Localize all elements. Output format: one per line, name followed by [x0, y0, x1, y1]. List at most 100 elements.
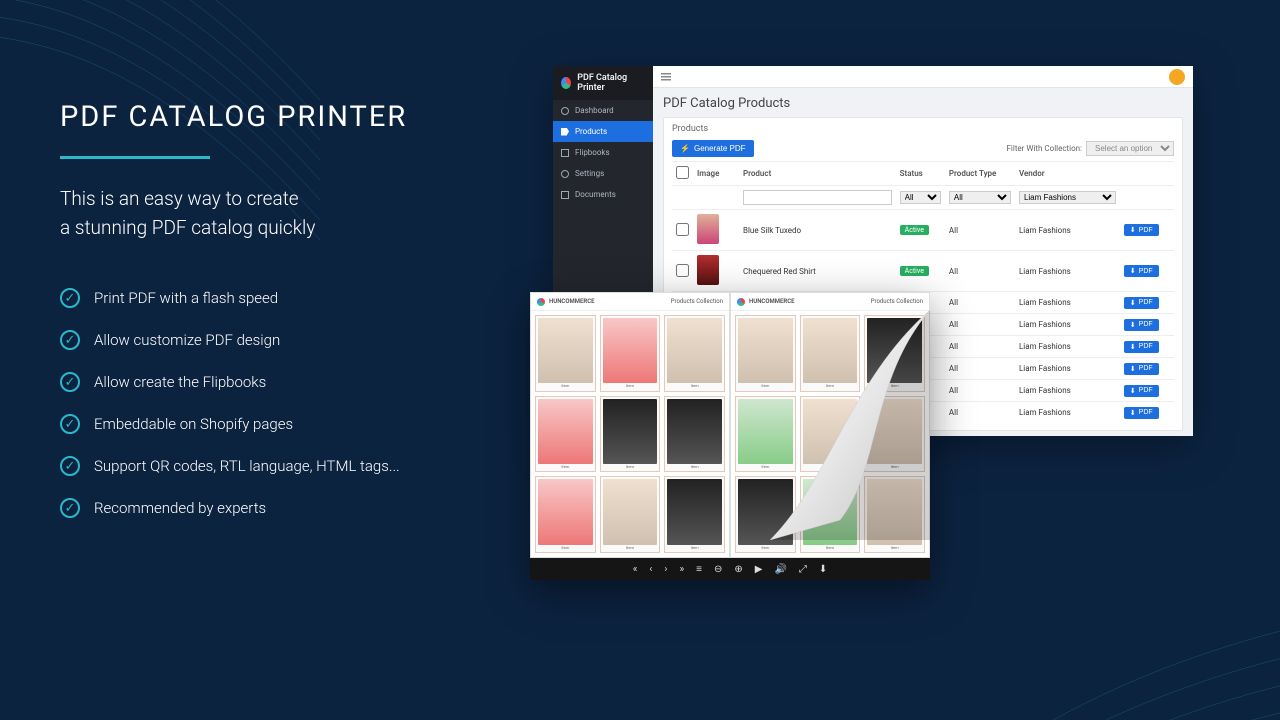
sidebar-item-settings[interactable]: Settings: [553, 163, 653, 184]
gear-icon: [561, 170, 569, 178]
catalog-tile: Item: [600, 315, 661, 392]
vendor-filter[interactable]: Liam Fashions: [1019, 191, 1116, 204]
list-item: Recommended by experts: [60, 498, 520, 518]
catalog-tile: Item: [664, 476, 725, 553]
sound-icon[interactable]: 🔊: [774, 564, 786, 575]
title-underline: [60, 156, 210, 159]
catalog-tile: Item: [600, 396, 661, 473]
list-item: Embeddable on Shopify pages: [60, 414, 520, 434]
flipbook-left-page: HUNCOMMERCE Products Collection Item Ite…: [530, 292, 730, 558]
product-search-input[interactable]: [743, 190, 892, 205]
subtitle: This is an easy way to create a stunning…: [60, 185, 520, 242]
product-name: Chequered Red Shirt: [739, 251, 896, 292]
sidebar-item-flipbooks[interactable]: Flipbooks: [553, 142, 653, 163]
menu-icon[interactable]: [661, 73, 671, 81]
row-checkbox[interactable]: [676, 223, 689, 236]
zoom-in-icon[interactable]: ⊕: [734, 564, 742, 575]
catalog-tile: Item: [800, 396, 861, 473]
catalog-tile: Item: [664, 315, 725, 392]
row-pdf-button[interactable]: PDF: [1124, 319, 1159, 331]
catalog-tile: Item: [800, 315, 861, 392]
generate-pdf-button[interactable]: ⚡ Generate PDF: [672, 140, 754, 157]
catalog-tile: Item: [735, 396, 796, 473]
list-item: Allow create the Flipbooks: [60, 372, 520, 392]
toolbar: ⚡ Generate PDF Filter With Collection: S…: [672, 140, 1174, 157]
type-filter[interactable]: All: [949, 191, 1011, 204]
notification-icon[interactable]: [1169, 69, 1185, 85]
flipbook-preview: HUNCOMMERCE Products Collection Item Ite…: [530, 292, 930, 580]
row-pdf-button[interactable]: PDF: [1124, 224, 1159, 236]
list-item: Support QR codes, RTL language, HTML tag…: [60, 456, 520, 476]
flip-page-label: Products Collection: [871, 298, 923, 305]
table-row: Blue Silk Tuxedo Active All Liam Fashion…: [672, 210, 1174, 251]
sidebar-item-products[interactable]: Products: [553, 121, 653, 142]
catalog-tile: Item: [535, 396, 596, 473]
list-item: Allow customize PDF design: [60, 330, 520, 350]
next-page-icon[interactable]: ›: [664, 564, 667, 575]
row-checkbox[interactable]: [676, 264, 689, 277]
status-badge: Active: [900, 225, 929, 235]
sidebar-item-dashboard[interactable]: Dashboard: [553, 100, 653, 121]
vendor-name: Liam Fashions: [1015, 210, 1120, 251]
collection-filter: Filter With Collection: Select an option: [1007, 141, 1175, 156]
filter-label: Filter With Collection:: [1007, 144, 1083, 153]
collection-select[interactable]: Select an option: [1086, 141, 1174, 156]
vendor-name: Liam Fashions: [1015, 251, 1120, 292]
check-icon: [60, 372, 80, 392]
toc-icon[interactable]: ≡: [696, 564, 702, 575]
card-header: Products: [672, 124, 1174, 134]
catalog-tile: Item: [600, 476, 661, 553]
brand-logo-icon: [737, 298, 745, 306]
marketing-panel: PDF CATALOG PRINTER This is an easy way …: [60, 100, 520, 540]
bolt-icon: ⚡: [680, 144, 690, 153]
product-name: Blue Silk Tuxedo: [739, 210, 896, 251]
table-row: Chequered Red Shirt Active All Liam Fash…: [672, 251, 1174, 292]
product-thumb: [697, 214, 719, 244]
row-pdf-button[interactable]: PDF: [1124, 407, 1159, 419]
check-icon: [60, 498, 80, 518]
section-title: PDF Catalog Products: [663, 96, 1183, 111]
flip-page-label: Products Collection: [671, 298, 723, 305]
check-icon: [60, 456, 80, 476]
check-icon: [60, 414, 80, 434]
product-type: All: [945, 210, 1015, 251]
brand: PDF Catalog Printer: [553, 66, 653, 100]
product-thumb: [697, 255, 719, 285]
catalog-tile: Item: [735, 476, 796, 553]
subtitle-line1: This is an easy way to create: [60, 187, 299, 210]
last-page-icon[interactable]: »: [679, 564, 684, 575]
zoom-out-icon[interactable]: ⊖: [714, 564, 722, 575]
row-pdf-button[interactable]: PDF: [1124, 297, 1159, 309]
catalog-tile: Item: [735, 315, 796, 392]
sidebar-item-documents[interactable]: Documents: [553, 184, 653, 205]
brand-logo-icon: [561, 77, 571, 89]
row-pdf-button[interactable]: PDF: [1124, 341, 1159, 353]
check-icon: [60, 330, 80, 350]
catalog-tile: Item: [664, 396, 725, 473]
check-icon: [60, 288, 80, 308]
catalog-tile: Item: [535, 315, 596, 392]
status-filter[interactable]: All: [900, 191, 941, 204]
col-image: Image: [693, 162, 739, 186]
row-pdf-button[interactable]: PDF: [1124, 385, 1159, 397]
page-title: PDF CATALOG PRINTER: [60, 100, 520, 134]
prev-page-icon[interactable]: ‹: [649, 564, 652, 575]
flip-brand: HUNCOMMERCE: [549, 298, 595, 305]
flipbook-controls: « ‹ › » ≡ ⊖ ⊕ ▶ 🔊 ⤢ ⬇: [530, 558, 930, 580]
col-status: Status: [896, 162, 945, 186]
flipbook-spread: HUNCOMMERCE Products Collection Item Ite…: [530, 292, 930, 558]
status-badge: Active: [900, 266, 929, 276]
row-pdf-button[interactable]: PDF: [1124, 363, 1159, 375]
download-icon[interactable]: ⬇: [819, 564, 827, 575]
fullscreen-icon[interactable]: ⤢: [799, 564, 807, 575]
col-type: Product Type: [945, 162, 1015, 186]
book-icon: [561, 149, 569, 157]
row-pdf-button[interactable]: PDF: [1124, 265, 1159, 277]
flip-brand: HUNCOMMERCE: [749, 298, 795, 305]
subtitle-line2: a stunning PDF catalog quickly: [60, 216, 315, 239]
catalog-tile: Item: [800, 476, 861, 553]
play-icon[interactable]: ▶: [755, 564, 763, 575]
topbar: [653, 66, 1193, 88]
select-all-checkbox[interactable]: [676, 166, 689, 179]
first-page-icon[interactable]: «: [633, 564, 638, 575]
